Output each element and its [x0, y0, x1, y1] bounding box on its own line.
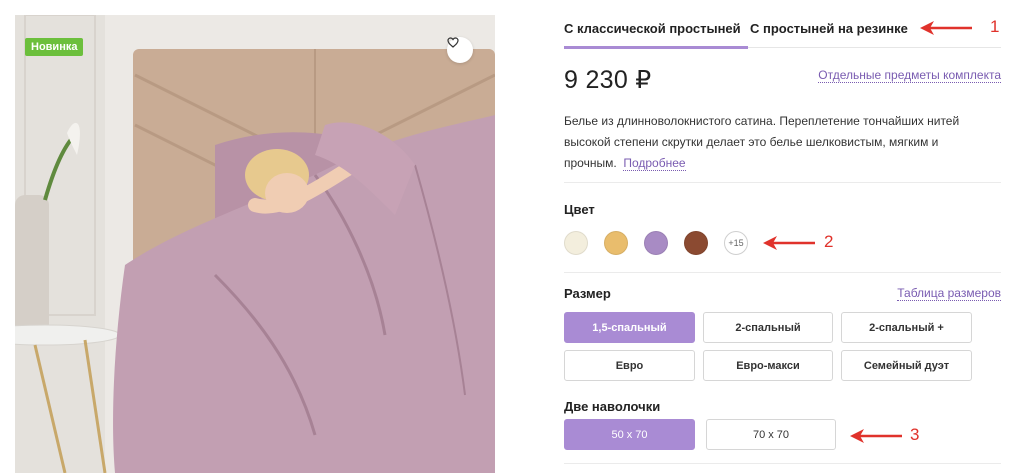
color-swatch-lilac[interactable] [644, 231, 668, 255]
tab-fitted-sheet[interactable]: С простыней на резинке [750, 21, 908, 36]
divider [564, 272, 1001, 273]
pillowcase-option-70x70[interactable]: 70 x 70 [706, 419, 836, 450]
divider [564, 182, 1001, 183]
description-line: Белье из длинноволокнистого сатина. Пере… [564, 114, 960, 128]
color-label: Цвет [564, 202, 595, 217]
size-label: Размер [564, 286, 611, 301]
annotation-arrow-icon [850, 429, 902, 443]
size-option-2-plus[interactable]: 2-спальный + [841, 312, 972, 343]
size-option-1-5[interactable]: 1,5-спальный [564, 312, 695, 343]
color-swatch-gold[interactable] [604, 231, 628, 255]
pillowcase-option-50x70[interactable]: 50 x 70 [564, 419, 695, 450]
annotation-arrow-icon [920, 21, 972, 35]
annotation-number: 1 [990, 17, 1000, 36]
separate-items-link[interactable]: Отдельные предметы комплекта [818, 68, 1001, 83]
size-option-euro[interactable]: Евро [564, 350, 695, 381]
description-line: высокой степени скрутки делает это белье… [564, 135, 939, 149]
size-table-link[interactable]: Таблица размеров [897, 286, 1001, 301]
annotation-arrow-icon [763, 236, 815, 250]
size-option-euro-maxi[interactable]: Евро-макси [703, 350, 833, 381]
description-line: прочным. [564, 156, 617, 170]
price: 9 230 ₽ [564, 66, 652, 94]
pillowcases-label: Две наволочки [564, 399, 661, 414]
size-option-family[interactable]: Семейный дуэт [841, 350, 972, 381]
more-colors-button[interactable]: +15 [724, 231, 748, 255]
color-swatch-cream[interactable] [564, 231, 588, 255]
heart-outline-icon [447, 37, 459, 48]
product-description: Белье из длинноволокнистого сатина. Пере… [564, 111, 996, 174]
annotation-number: 3 [910, 425, 920, 444]
bedroom-illustration [15, 15, 495, 473]
favorite-button[interactable] [447, 37, 473, 63]
size-option-2[interactable]: 2-спальный [703, 312, 833, 343]
divider [564, 463, 1001, 464]
read-more-link[interactable]: Подробнее [623, 156, 686, 171]
annotation-number: 2 [824, 232, 834, 251]
tab-classic-sheet[interactable]: С классической простыней [564, 21, 741, 36]
new-badge: Новинка [25, 38, 84, 56]
active-tab-indicator [564, 46, 748, 49]
product-photo[interactable]: Новинка [15, 15, 495, 473]
color-swatch-brown[interactable] [684, 231, 708, 255]
